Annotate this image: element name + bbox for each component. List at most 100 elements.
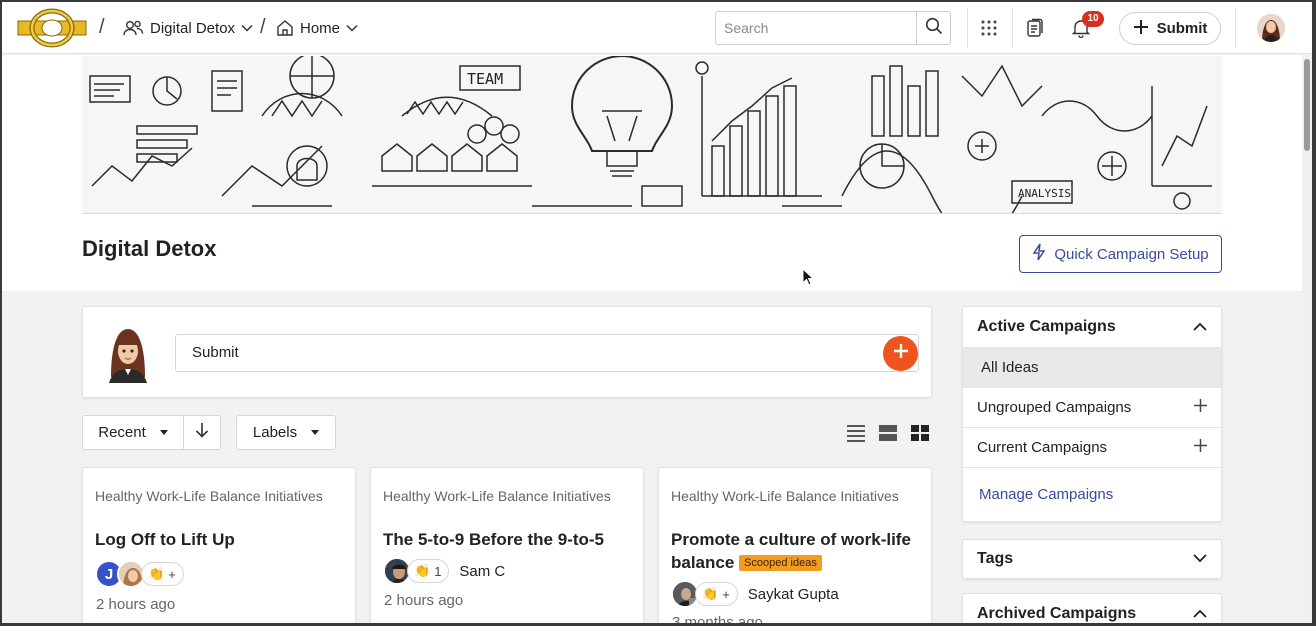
- caret-down-icon: [311, 430, 320, 435]
- submit-button[interactable]: Submit: [1119, 12, 1221, 45]
- active-campaigns-panel: Active Campaigns All Ideas Ungrouped Cam…: [962, 306, 1222, 522]
- card-time: 3 months ago: [672, 614, 763, 623]
- divider: [1012, 8, 1013, 48]
- sort-dropdown-label: Recent: [98, 424, 146, 441]
- sidebar-item-label: Current Campaigns: [977, 439, 1108, 456]
- chevron-down-icon: [1193, 550, 1207, 568]
- card-meta: 👏 1 Sam C: [383, 557, 505, 585]
- chevron-down-icon: [241, 24, 253, 32]
- card-author[interactable]: Saykat Gupta: [748, 586, 839, 603]
- grid-view-icon[interactable]: [911, 424, 929, 442]
- search-box: [715, 11, 951, 45]
- reaction-count: +: [168, 566, 176, 582]
- compact-view-icon[interactable]: [879, 424, 897, 442]
- panel-title: Archived Campaigns: [977, 605, 1137, 622]
- sidebar-item-ungrouped-campaigns[interactable]: Ungrouped Campaigns: [963, 387, 1221, 427]
- card-campaign: Healthy Work-Life Balance Initiatives: [383, 488, 611, 504]
- chevron-down-icon: [346, 24, 358, 32]
- breadcrumb-workspace[interactable]: Digital Detox: [122, 19, 253, 37]
- svg-text:ANALYSIS: ANALYSIS: [1018, 187, 1071, 200]
- clap-icon: 👏: [702, 586, 719, 601]
- labels-dropdown[interactable]: Labels: [236, 415, 336, 450]
- divider: [1235, 8, 1236, 48]
- users-icon: [122, 19, 144, 37]
- mouse-cursor-icon: [802, 267, 815, 291]
- labels-dropdown-label: Labels: [252, 424, 298, 441]
- top-nav: / Digital Detox / Home Search 10 Submit: [2, 2, 1312, 54]
- banner-image: TEAM ANALYSIS: [82, 56, 1222, 214]
- apps-grid-icon[interactable]: [976, 15, 1002, 41]
- plus-icon[interactable]: [1194, 399, 1207, 416]
- breadcrumb-location[interactable]: Home: [276, 19, 358, 37]
- clap-icon: 👏: [414, 563, 431, 578]
- reaction-button[interactable]: 👏 1: [407, 559, 450, 583]
- card-title[interactable]: Promote a culture of work-life balance S…: [671, 528, 921, 574]
- plus-icon[interactable]: [1194, 439, 1207, 456]
- lightning-icon: [1032, 243, 1046, 265]
- search-input[interactable]: [716, 12, 916, 44]
- search-button[interactable]: [916, 12, 950, 44]
- search-icon: [925, 17, 943, 40]
- reaction-count: +: [722, 586, 730, 602]
- breadcrumb-location-label: Home: [300, 19, 341, 37]
- idea-composer: Submit: [82, 306, 932, 398]
- reaction-button[interactable]: 👏 +: [141, 562, 184, 586]
- divider: [967, 8, 968, 48]
- card-time: 2 hours ago: [96, 596, 176, 613]
- clipboard-icon[interactable]: [1022, 15, 1048, 41]
- card-campaign: Healthy Work-Life Balance Initiatives: [95, 488, 323, 504]
- quick-campaign-setup-label: Quick Campaign Setup: [1054, 245, 1209, 263]
- archived-campaigns-header[interactable]: Archived Campaigns: [963, 594, 1221, 623]
- sidebar-item-label: Ungrouped Campaigns: [977, 399, 1132, 416]
- reaction-button[interactable]: 👏 +: [695, 582, 738, 606]
- tags-panel: Tags: [962, 539, 1222, 579]
- archived-campaigns-panel: Archived Campaigns: [962, 593, 1222, 623]
- card-campaign: Healthy Work-Life Balance Initiatives: [671, 488, 899, 504]
- panel-title: Active Campaigns: [977, 318, 1116, 335]
- chevron-up-icon: [1193, 605, 1207, 623]
- card-meta: 👏 + Saykat Gupta: [671, 580, 839, 608]
- manage-campaigns-label: Manage Campaigns: [979, 486, 1114, 503]
- user-avatar: [103, 325, 153, 383]
- notification-badge: 10: [1082, 11, 1104, 27]
- page-title: Digital Detox: [82, 236, 217, 261]
- sidebar-item-label: All Ideas: [981, 359, 1039, 376]
- idea-card[interactable]: Healthy Work-Life Balance Initiatives Lo…: [82, 467, 356, 623]
- idea-card[interactable]: Healthy Work-Life Balance Initiatives Th…: [370, 467, 644, 623]
- sort-direction-button[interactable]: [184, 416, 220, 449]
- scrollbar-thumb[interactable]: [1304, 59, 1310, 151]
- plus-icon: [892, 342, 910, 365]
- sort-dropdown[interactable]: Recent: [83, 416, 184, 449]
- sidebar-item-all-ideas[interactable]: All Ideas: [963, 347, 1221, 387]
- breadcrumb-separator: /: [260, 16, 266, 38]
- breadcrumb-separator: /: [99, 16, 105, 38]
- avatar[interactable]: [1257, 14, 1285, 42]
- card-author[interactable]: Sam C: [459, 563, 505, 580]
- brand-logo[interactable]: [16, 8, 88, 48]
- card-time: 2 hours ago: [384, 592, 464, 609]
- quick-campaign-setup-button[interactable]: Quick Campaign Setup: [1019, 235, 1222, 273]
- chevron-up-icon: [1193, 318, 1207, 336]
- active-campaigns-header[interactable]: Active Campaigns: [963, 307, 1221, 347]
- arrow-down-icon: [195, 422, 209, 443]
- svg-text:TEAM: TEAM: [467, 70, 503, 88]
- clap-icon: 👏: [148, 566, 165, 581]
- submit-button-label: Submit: [1156, 20, 1208, 37]
- scooped-tag: Scooped ideas: [739, 555, 822, 571]
- sort-control: Recent: [82, 415, 221, 450]
- caret-down-icon: [159, 430, 168, 435]
- card-title[interactable]: The 5-to-9 Before the 9-to-5: [383, 528, 633, 551]
- sidebar-item-current-campaigns[interactable]: Current Campaigns: [963, 427, 1221, 467]
- vertical-scrollbar[interactable]: [1302, 55, 1312, 623]
- manage-campaigns-link[interactable]: Manage Campaigns: [963, 467, 1221, 521]
- app-window: / Digital Detox / Home Search 10 Submit …: [2, 2, 1312, 623]
- plus-icon: [1133, 19, 1149, 39]
- idea-submit-input[interactable]: Submit: [175, 334, 919, 372]
- breadcrumb-workspace-label: Digital Detox: [150, 19, 236, 37]
- list-view-icon[interactable]: [847, 424, 865, 442]
- reaction-count: 1: [434, 563, 442, 579]
- tags-header[interactable]: Tags: [963, 540, 1221, 578]
- card-title[interactable]: Log Off to Lift Up: [95, 528, 345, 551]
- add-idea-button[interactable]: [883, 336, 918, 371]
- idea-card[interactable]: Healthy Work-Life Balance Initiatives Pr…: [658, 467, 932, 623]
